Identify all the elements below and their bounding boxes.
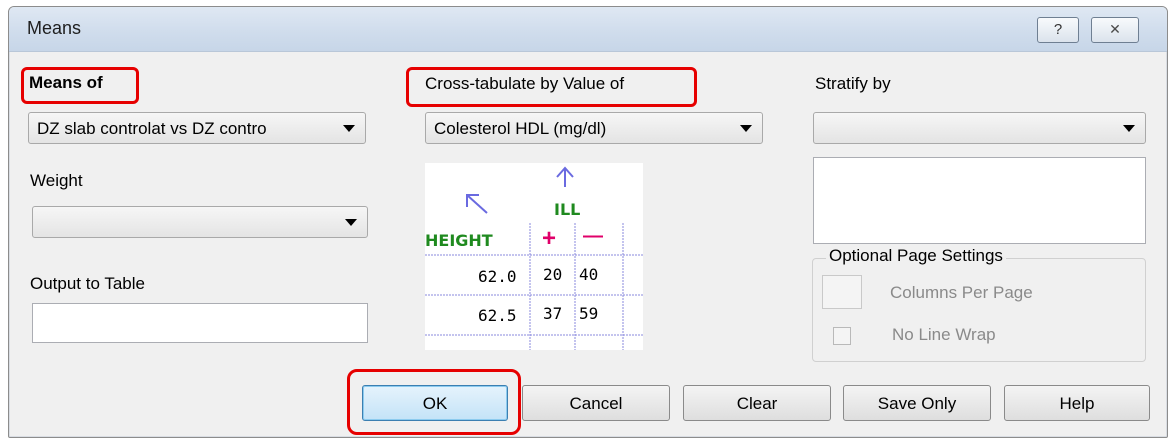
means-of-dropdown[interactable]: DZ slab controlat vs DZ contro: [28, 112, 366, 144]
cross-tab-value: Colesterol HDL (mg/dl): [434, 119, 607, 138]
diagonal-arrow-icon: [466, 194, 488, 214]
optional-page-settings-legend: Optional Page Settings: [826, 246, 1006, 266]
help-title-button[interactable]: ?: [1037, 17, 1079, 43]
question-icon: ?: [1053, 21, 1063, 38]
help-button[interactable]: Help: [1004, 385, 1150, 421]
row-plus-2: 37: [543, 304, 563, 323]
close-title-button[interactable]: ✕: [1091, 17, 1139, 43]
ok-button[interactable]: OK: [362, 385, 508, 421]
row-minus-1: 40: [579, 265, 599, 284]
chevron-down-icon: [345, 219, 357, 226]
save-only-button[interactable]: Save Only: [843, 385, 991, 421]
row-minus-2: 59: [579, 304, 599, 323]
columns-per-page-input[interactable]: [822, 275, 862, 309]
up-arrow-icon: [556, 166, 574, 187]
stratify-dropdown[interactable]: [813, 112, 1146, 144]
dialog-title: Means: [27, 18, 82, 38]
row-plus-1: 20: [543, 265, 563, 284]
row-height-2: 62.5: [478, 306, 517, 325]
title-bar: Means ? ✕: [9, 7, 1167, 52]
chevron-down-icon: [740, 125, 752, 132]
illustration-graphic: [425, 166, 643, 350]
optional-page-settings-group: [812, 258, 1146, 362]
cross-tab-illustration: ILL HEIGHT + — 62.0 20 40 62.5 37 59: [425, 163, 643, 350]
plus-label: +: [542, 225, 557, 252]
stratify-list[interactable]: [813, 157, 1146, 244]
ill-label: ILL: [554, 200, 581, 219]
columns-per-page-label: Columns Per Page: [890, 283, 1033, 302]
output-to-table-input[interactable]: [32, 303, 368, 343]
weight-label: Weight: [30, 171, 83, 190]
cross-tab-dropdown[interactable]: Colesterol HDL (mg/dl): [425, 112, 763, 144]
output-to-table-label: Output to Table: [30, 274, 145, 293]
weight-dropdown[interactable]: [32, 206, 368, 238]
no-line-wrap-checkbox[interactable]: [833, 327, 851, 345]
close-icon: ✕: [1109, 21, 1121, 37]
means-of-value: DZ slab controlat vs DZ contro: [37, 119, 267, 138]
row-height-1: 62.0: [478, 267, 517, 286]
no-line-wrap-label: No Line Wrap: [892, 325, 996, 344]
clear-button[interactable]: Clear: [683, 385, 831, 421]
chevron-down-icon: [343, 125, 355, 132]
means-of-label: Means of: [29, 73, 103, 92]
height-label: HEIGHT: [425, 231, 493, 250]
cross-tab-label: Cross-tabulate by Value of: [425, 74, 625, 93]
chevron-down-icon: [1123, 125, 1135, 132]
stratify-label: Stratify by: [815, 74, 891, 93]
minus-label: —: [583, 225, 603, 247]
cancel-button[interactable]: Cancel: [522, 385, 670, 421]
